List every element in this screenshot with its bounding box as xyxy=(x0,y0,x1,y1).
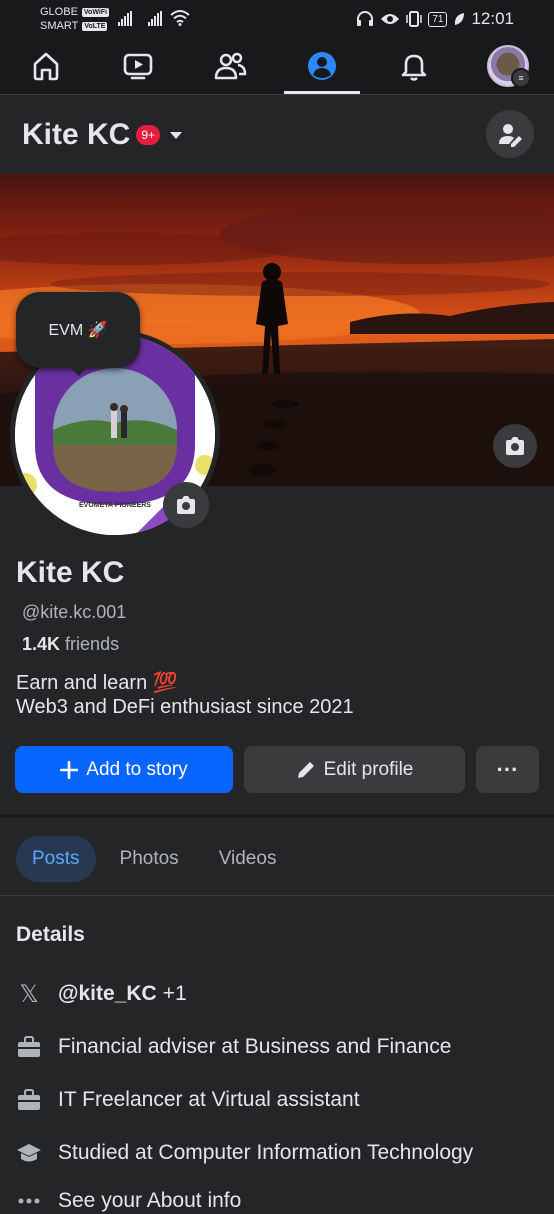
avatar-status-note[interactable]: EVM 🚀 xyxy=(16,292,140,376)
edit-profile-button[interactable]: Edit profile xyxy=(244,746,465,793)
person-edit-icon xyxy=(499,124,522,147)
bio-line-2: Web3 and DeFi enthusiast since 2021 xyxy=(16,696,354,718)
edit-profile-label: Edit profile xyxy=(323,758,414,780)
tab-photos[interactable]: Photos xyxy=(104,836,195,882)
tabs-divider xyxy=(0,895,554,896)
nav-video[interactable] xyxy=(98,38,178,94)
details-heading: Details xyxy=(16,923,85,946)
status-bar: GLOBE VoWiFi SMART VoLTE 71 12:01 xyxy=(0,0,554,38)
pencil-icon xyxy=(297,761,314,778)
nav-home[interactable] xyxy=(6,38,86,94)
job-1-text: Financial adviser at Business and Financ… xyxy=(58,1035,452,1058)
education-text: Studied at Computer Information Technolo… xyxy=(58,1141,474,1164)
detail-job-2: IT Freelancer at Virtual assistant xyxy=(16,1087,360,1113)
profile-settings-button[interactable] xyxy=(486,110,534,158)
camera-icon xyxy=(506,437,524,455)
more-dots-icon xyxy=(16,1188,42,1214)
bio-line-1: Earn and learn 💯 xyxy=(16,672,178,694)
job-2-text: IT Freelancer at Virtual assistant xyxy=(58,1088,360,1111)
nav-menu[interactable]: ≡ xyxy=(468,38,548,94)
x-handle: @kite_KC xyxy=(58,982,157,1005)
username: @kite.kc.001 xyxy=(22,602,127,622)
profile-tabs: Posts Photos Videos xyxy=(16,836,292,882)
home-icon xyxy=(33,52,59,81)
headphones-icon xyxy=(357,11,374,26)
plus-icon xyxy=(60,760,79,779)
friends-count[interactable]: 1.4K friends xyxy=(22,634,119,655)
top-nav: ≡ xyxy=(0,38,554,95)
carrier-1-tag: VoWiFi xyxy=(81,7,110,17)
signal-2-icon xyxy=(148,10,162,26)
status-note-text: EVM 🚀 xyxy=(48,322,108,339)
battery-icon: 71 xyxy=(428,11,448,27)
nav-notifications[interactable] xyxy=(374,38,454,94)
profile-name: Kite KC xyxy=(16,556,125,589)
vibrate-icon xyxy=(406,11,423,27)
carrier-2-name: SMART xyxy=(40,20,79,32)
tab-videos[interactable]: Videos xyxy=(203,836,293,882)
carrier-info: GLOBE VoWiFi SMART VoLTE xyxy=(40,5,110,33)
more-options-button[interactable]: ··· xyxy=(476,746,539,793)
carrier-2-tag: VoLTE xyxy=(82,21,108,31)
eye-icon xyxy=(381,14,400,24)
detail-education: Studied at Computer Information Technolo… xyxy=(16,1140,473,1166)
leaf-icon xyxy=(455,13,465,25)
wifi-icon xyxy=(170,10,190,26)
briefcase-icon xyxy=(16,1034,42,1060)
carrier-1-name: GLOBE xyxy=(40,6,78,18)
x-extra: +1 xyxy=(162,982,187,1005)
camera-icon xyxy=(177,496,195,514)
profile-icon xyxy=(308,52,336,80)
cover-camera-button[interactable] xyxy=(493,424,537,468)
video-icon xyxy=(123,53,153,80)
detail-see-about[interactable]: See your About info xyxy=(16,1188,241,1214)
signal-1-icon xyxy=(118,10,132,26)
detail-job-1: Financial adviser at Business and Financ… xyxy=(16,1034,451,1060)
nav-avatar: ≡ xyxy=(487,45,531,88)
profile-switcher[interactable]: Kite KC 9+ xyxy=(22,110,183,160)
x-logo-icon: 𝕏 xyxy=(19,980,39,1008)
tab-posts[interactable]: Posts xyxy=(16,836,96,882)
section-divider xyxy=(0,814,554,818)
add-to-story-label: Add to story xyxy=(86,758,188,780)
more-icon: ··· xyxy=(496,756,519,782)
graduation-cap-icon xyxy=(16,1140,42,1166)
nav-friends[interactable] xyxy=(190,38,270,94)
nav-profile[interactable] xyxy=(282,38,362,94)
friends-icon xyxy=(214,52,247,80)
briefcase-icon xyxy=(16,1087,42,1113)
friends-number: 1.4K xyxy=(22,634,61,654)
friends-label: friends xyxy=(65,634,120,654)
menu-icon: ≡ xyxy=(511,68,531,88)
header-name: Kite KC xyxy=(22,118,131,151)
avatar-camera-button[interactable] xyxy=(163,482,209,528)
chevron-down-icon xyxy=(170,131,183,139)
see-about-text: See your About info xyxy=(58,1189,242,1212)
bell-icon xyxy=(401,54,427,81)
add-to-story-button[interactable]: Add to story xyxy=(15,746,233,793)
notification-badge: 9+ xyxy=(136,125,161,145)
status-right: 71 12:01 xyxy=(356,9,514,29)
detail-x-account[interactable]: 𝕏 @kite_KC +1 xyxy=(16,980,187,1008)
clock: 12:01 xyxy=(471,9,514,28)
